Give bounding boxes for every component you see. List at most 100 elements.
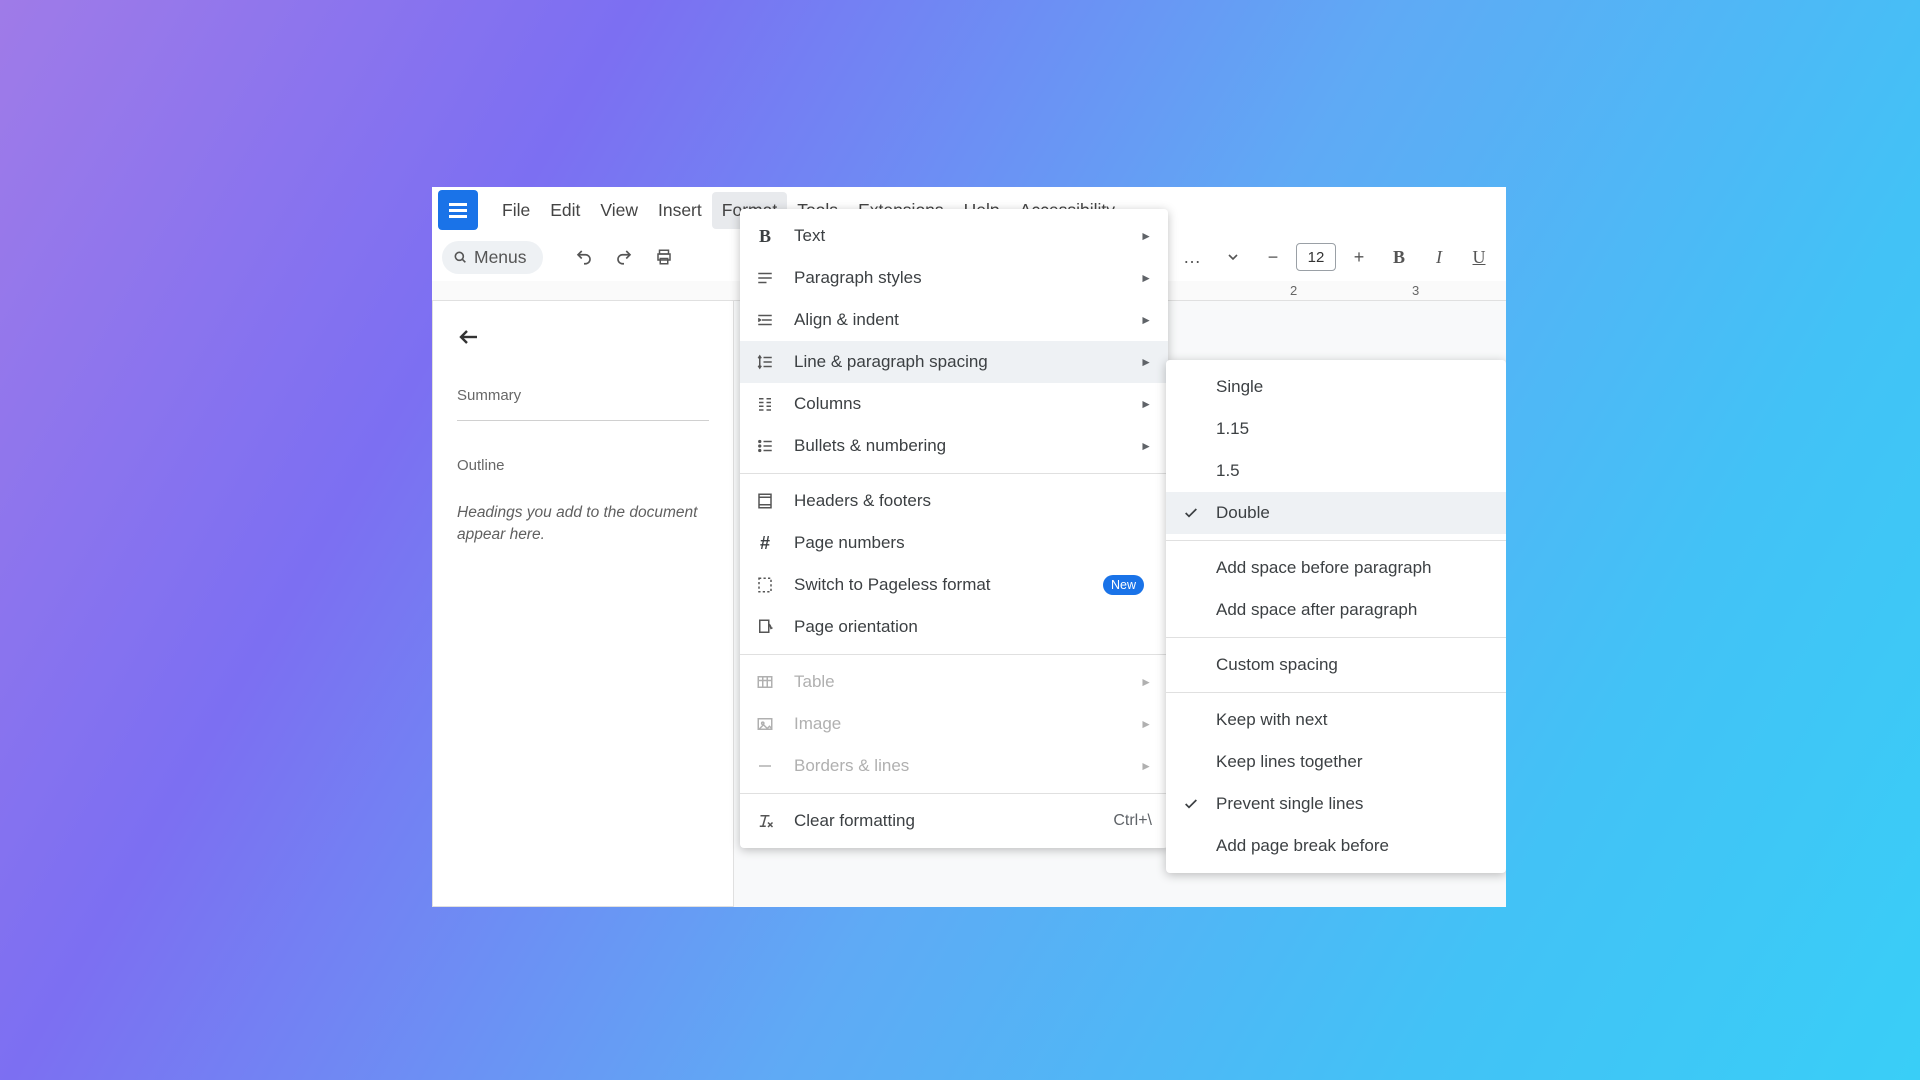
menu-item-label: Switch to Pageless format: [794, 575, 1085, 595]
table-icon: [754, 673, 776, 691]
italic-button[interactable]: I: [1422, 240, 1456, 274]
docs-logo-icon[interactable]: [438, 190, 478, 230]
menu-item-label: Text: [794, 226, 1122, 246]
spacing-option-keep-lines-together[interactable]: Keep lines together: [1166, 741, 1506, 783]
increase-font-size[interactable]: +: [1342, 240, 1376, 274]
menu-item-label: Paragraph styles: [794, 268, 1122, 288]
menu-insert[interactable]: Insert: [648, 192, 712, 229]
format-menu-switch-to-pageless-format[interactable]: Switch to Pageless format New: [740, 564, 1168, 606]
print-button[interactable]: [647, 240, 681, 274]
submenu-item-label: 1.5: [1216, 461, 1490, 481]
clear-format-icon: [754, 812, 776, 830]
outline-heading: Outline: [457, 457, 709, 474]
submenu-arrow-icon: ►: [1140, 271, 1152, 285]
image-icon: [754, 715, 776, 733]
align-indent-icon: [754, 311, 776, 329]
undo-button[interactable]: [567, 240, 601, 274]
check-icon: [1180, 796, 1202, 812]
back-arrow-icon[interactable]: [457, 325, 709, 349]
dropdown-separator: [1166, 637, 1506, 638]
submenu-arrow-icon: ►: [1140, 355, 1152, 369]
menus-search-label: Menus: [474, 247, 527, 268]
submenu-arrow-icon: ►: [1140, 229, 1152, 243]
ruler-tick-2: 2: [1290, 283, 1297, 298]
menu-file[interactable]: File: [492, 192, 540, 229]
menu-item-label: Line & paragraph spacing: [794, 352, 1122, 372]
summary-heading: Summary: [457, 387, 709, 404]
submenu-item-label: Add space after paragraph: [1216, 600, 1490, 620]
pageless-icon: [754, 576, 776, 594]
menu-item-label: Page numbers: [794, 533, 1152, 553]
app-window: File Edit View Insert Format Tools Exten…: [432, 187, 1506, 907]
paragraph-styles-icon: [754, 269, 776, 287]
menu-item-label: Columns: [794, 394, 1122, 414]
submenu-arrow-icon: ►: [1140, 717, 1152, 731]
page-numbers-icon: #: [754, 533, 776, 554]
submenu-item-label: Double: [1216, 503, 1490, 523]
submenu-item-label: Single: [1216, 377, 1490, 397]
page-orientation-icon: [754, 618, 776, 636]
format-menu-headers-footers[interactable]: Headers & footers: [740, 480, 1168, 522]
dropdown-separator: [740, 473, 1168, 474]
format-menu-page-orientation[interactable]: Page orientation: [740, 606, 1168, 648]
format-menu-borders-lines: Borders & lines ►: [740, 745, 1168, 787]
format-dropdown: BText►Paragraph styles►Align & indent►Li…: [740, 209, 1168, 848]
spacing-option-add-space-after-paragraph[interactable]: Add space after paragraph: [1166, 589, 1506, 631]
format-menu-columns[interactable]: Columns►: [740, 383, 1168, 425]
format-menu-bullets-numbering[interactable]: Bullets & numbering ►: [740, 425, 1168, 467]
outline-hint: Headings you add to the document appear …: [457, 502, 709, 545]
font-size-input[interactable]: 12: [1296, 243, 1336, 271]
ruler-tick-3: 3: [1412, 283, 1419, 298]
menu-item-label: Bullets & numbering: [794, 436, 1122, 456]
headers-footers-icon: [754, 492, 776, 510]
submenu-item-label: Add page break before: [1216, 836, 1490, 856]
submenu-arrow-icon: ►: [1140, 759, 1152, 773]
submenu-item-label: Keep with next: [1216, 710, 1490, 730]
redo-button[interactable]: [607, 240, 641, 274]
submenu-item-label: Keep lines together: [1216, 752, 1490, 772]
spacing-option-1-15[interactable]: 1.15: [1166, 408, 1506, 450]
spacing-option-single[interactable]: Single: [1166, 366, 1506, 408]
spacing-option-double[interactable]: Double: [1166, 492, 1506, 534]
new-badge: New: [1103, 575, 1144, 595]
spacing-option-prevent-single-lines[interactable]: Prevent single lines: [1166, 783, 1506, 825]
menu-edit[interactable]: Edit: [540, 192, 590, 229]
spacing-option-1-5[interactable]: 1.5: [1166, 450, 1506, 492]
format-menu-clear-formatting[interactable]: Clear formatting Ctrl+\: [740, 800, 1168, 842]
format-menu-paragraph-styles[interactable]: Paragraph styles ►: [740, 257, 1168, 299]
decrease-font-size[interactable]: −: [1256, 240, 1290, 274]
menu-item-label: Table: [794, 672, 1122, 692]
search-icon: [452, 249, 468, 265]
spacing-option-add-page-break-before[interactable]: Add page break before: [1166, 825, 1506, 867]
spacing-option-add-space-before-paragraph[interactable]: Add space before paragraph: [1166, 547, 1506, 589]
keyboard-shortcut: Ctrl+\: [1113, 812, 1152, 830]
submenu-arrow-icon: ►: [1140, 439, 1152, 453]
submenu-item-label: Add space before paragraph: [1216, 558, 1490, 578]
format-menu-align-indent[interactable]: Align & indent►: [740, 299, 1168, 341]
bold-icon: B: [754, 226, 776, 247]
underline-button[interactable]: U: [1462, 240, 1496, 274]
columns-icon: [754, 395, 776, 413]
menu-view[interactable]: View: [590, 192, 648, 229]
format-menu-page-numbers[interactable]: # Page numbers: [740, 522, 1168, 564]
menu-item-label: Borders & lines: [794, 756, 1122, 776]
spacing-option-keep-with-next[interactable]: Keep with next: [1166, 699, 1506, 741]
format-menu-line-paragraph-spacing[interactable]: Line & paragraph spacing ►: [740, 341, 1168, 383]
menu-item-label: Clear formatting: [794, 811, 1095, 831]
menu-item-label: Headers & footers: [794, 491, 1152, 511]
menu-item-label: Image: [794, 714, 1122, 734]
submenu-arrow-icon: ►: [1140, 675, 1152, 689]
spacing-option-custom-spacing[interactable]: Custom spacing: [1166, 644, 1506, 686]
line-spacing-submenu: Single 1.15 1.5 Double Add space before para…: [1166, 360, 1506, 873]
outline-panel: Summary Outline Headings you add to the …: [432, 301, 734, 907]
font-dropdown-chevron[interactable]: [1216, 240, 1250, 274]
dropdown-separator: [1166, 692, 1506, 693]
bold-button[interactable]: B: [1382, 240, 1416, 274]
borders-lines-icon: [754, 757, 776, 775]
dropdown-separator: [1166, 540, 1506, 541]
line-spacing-icon: [754, 353, 776, 371]
menus-search[interactable]: Menus: [442, 241, 543, 274]
more-options[interactable]: …: [1176, 240, 1210, 274]
submenu-item-label: Prevent single lines: [1216, 794, 1490, 814]
format-menu-text[interactable]: B Text ►: [740, 215, 1168, 257]
